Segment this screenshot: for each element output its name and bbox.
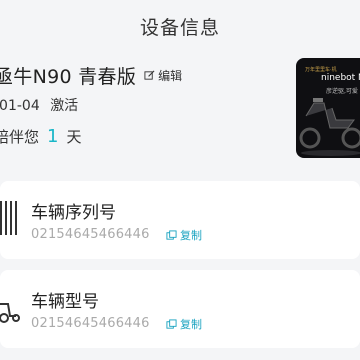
companion-prefix: 陪伴您 [0, 128, 40, 146]
serial-number-title: 车辆序列号 [31, 203, 116, 223]
barcode-icon [0, 201, 17, 235]
vehicle-name: 亟牛N90 青春版 [0, 66, 137, 88]
activation-label: 激活 [50, 98, 79, 114]
vehicle-info-section: 亟牛N90 青春版 编辑 -01-04 激活 陪伴您 1 天 [0, 58, 300, 168]
device-info-page: 设备信息 亟牛N90 青春版 编辑 -01-04 激活 陪伴您 1 天 万年里里… [0, 0, 360, 360]
serial-number-value: 02154645466446 [31, 227, 150, 242]
copy-icon [166, 318, 177, 329]
vehicle-model-title: 车辆型号 [31, 292, 99, 312]
activation-date: -01-04 [0, 98, 40, 114]
vehicle-model-value: 02154645466446 [31, 316, 150, 331]
scooter-photo-icon [299, 98, 360, 156]
page-title: 设备信息 [139, 16, 220, 39]
copy-label: 复制 [180, 229, 202, 242]
edit-label: 编辑 [158, 69, 183, 83]
serial-number-card: 车辆序列号 02154645466446 复制 [0, 181, 360, 259]
vehicle-model-card: 车辆型号 02154645466446 复制 [0, 270, 360, 348]
page-header: 设备信息 [0, 0, 360, 52]
copy-model-button[interactable]: 复制 [166, 316, 202, 332]
copy-icon [166, 229, 177, 240]
companion-row: 陪伴您 1 天 [0, 126, 81, 147]
edit-icon [144, 70, 155, 80]
scooter-icon [0, 303, 20, 323]
activation-row: -01-04 激活 [0, 95, 78, 115]
vehicle-image: 万年里里车·机 ninebot N 彦逆驱,可爱 [296, 58, 360, 158]
edit-button[interactable]: 编辑 [144, 67, 182, 84]
copy-serial-button[interactable]: 复制 [166, 227, 202, 243]
vehicle-name-row: 亟牛N90 青春版 编辑 [0, 62, 182, 89]
companion-suffix: 天 [66, 128, 82, 146]
copy-label: 复制 [180, 318, 202, 331]
companion-days: 1 [47, 126, 59, 147]
